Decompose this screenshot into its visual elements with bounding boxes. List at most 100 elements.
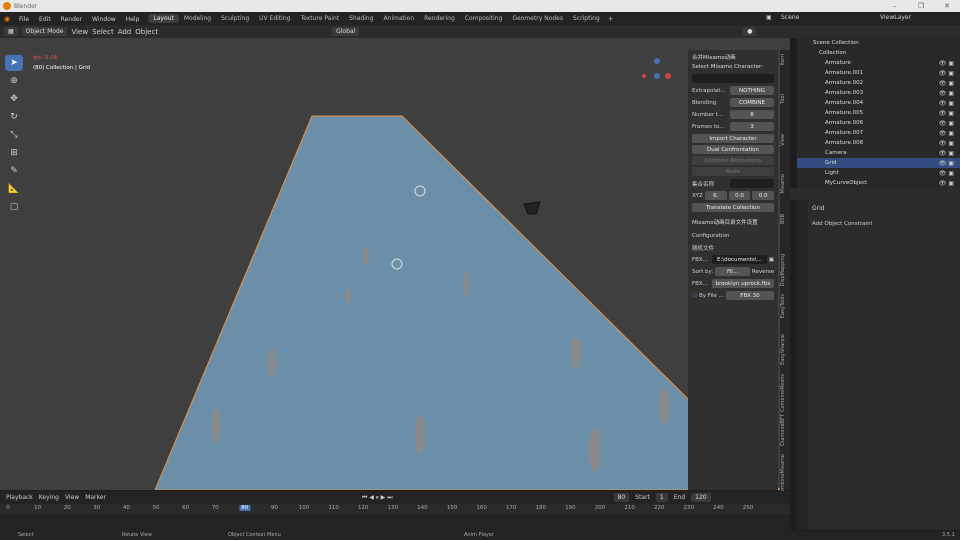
add-cube-icon[interactable]: ▢ bbox=[5, 199, 23, 215]
outliner-item[interactable]: Grid 👁▣ bbox=[797, 158, 960, 168]
minimize-icon[interactable]: – bbox=[882, 2, 908, 10]
fbx-count-field[interactable]: FBX 30 bbox=[725, 291, 774, 300]
keying-menu[interactable]: Keying bbox=[39, 494, 59, 501]
scene-collection-row[interactable]: Scene Collection bbox=[797, 38, 960, 48]
visibility-icon[interactable]: 👁▣ bbox=[939, 120, 956, 127]
outliner-item[interactable]: Armature.006 👁▣ bbox=[797, 118, 960, 128]
outliner-item[interactable]: Armature.002 👁▣ bbox=[797, 78, 960, 88]
import-character-button[interactable]: Import Character bbox=[692, 134, 774, 143]
frame-ruler[interactable]: 0 10 20 30 40 50 60 70 80 90 100 110 120 130 140 150 160… bbox=[0, 504, 790, 514]
visibility-icon[interactable]: 👁▣ bbox=[939, 110, 956, 117]
sidebar-tab-dispmapping[interactable]: DispMapping bbox=[780, 254, 790, 286]
outliner-item[interactable]: Armature.001 👁▣ bbox=[797, 68, 960, 78]
tab-rendering[interactable]: Rendering bbox=[419, 14, 460, 23]
frames-field[interactable]: 3 bbox=[730, 122, 774, 131]
outliner-item[interactable]: Armature.003 👁▣ bbox=[797, 88, 960, 98]
outliner-item[interactable]: Camera 👁▣ bbox=[797, 148, 960, 158]
character-picker[interactable] bbox=[692, 74, 774, 83]
editor-type-button[interactable]: ▦ bbox=[4, 27, 18, 36]
tab-texture-paint[interactable]: Texture Paint bbox=[295, 14, 344, 23]
add-menu[interactable]: Add bbox=[118, 28, 132, 36]
reverse-checkbox[interactable]: Reverse bbox=[752, 269, 774, 275]
collection-row[interactable]: Collection bbox=[797, 48, 960, 58]
tab-sculpting[interactable]: Sculpting bbox=[216, 14, 254, 23]
sidebar-tab-bsb[interactable]: BSB bbox=[780, 214, 790, 224]
y-field[interactable]: 0.0 bbox=[728, 191, 751, 200]
outliner-item[interactable]: Armature 👁▣ bbox=[797, 58, 960, 68]
collection-name-field[interactable] bbox=[730, 179, 774, 188]
menu-render[interactable]: Render bbox=[56, 16, 87, 23]
random-file-checkbox[interactable]: 随机文件 bbox=[692, 244, 714, 252]
playback-menu[interactable]: Playback bbox=[6, 494, 33, 501]
rotate-icon[interactable]: ↻ bbox=[5, 109, 23, 125]
visibility-icon[interactable]: 👁▣ bbox=[939, 150, 956, 157]
folder-icon[interactable]: ▣ bbox=[769, 257, 774, 263]
3d-viewport[interactable]: fps: 5.04 (80) Collection | Grid bbox=[0, 38, 790, 490]
outliner-item[interactable]: Armature.008 👁▣ bbox=[797, 138, 960, 148]
sidebar-tab-easytools[interactable]: EasyTools bbox=[780, 294, 790, 318]
visibility-icon[interactable]: 👁▣ bbox=[939, 100, 956, 107]
visibility-icon[interactable]: 👁▣ bbox=[939, 180, 956, 187]
maximize-icon[interactable]: ❐ bbox=[908, 2, 934, 10]
dual-confrontation-button[interactable]: Dual Confrontation bbox=[692, 145, 774, 154]
add-workspace-icon[interactable]: + bbox=[608, 15, 614, 23]
mode-select[interactable]: Object Mode bbox=[21, 27, 68, 36]
tab-shading[interactable]: Shading bbox=[344, 14, 378, 23]
outliner-item[interactable]: Armature.005 👁▣ bbox=[797, 108, 960, 118]
transform-icon[interactable]: ⊞ bbox=[5, 145, 23, 161]
sidebar-tab-tool[interactable]: Tool bbox=[780, 94, 790, 104]
sidebar-tab-view[interactable]: View bbox=[780, 134, 790, 146]
outliner-item[interactable]: Armature.004 👁▣ bbox=[797, 98, 960, 108]
tab-animation[interactable]: Animation bbox=[379, 14, 420, 23]
visibility-icon[interactable]: 👁▣ bbox=[939, 90, 956, 97]
tab-modeling[interactable]: Modeling bbox=[179, 14, 216, 23]
sidebar-tab-mixamo[interactable]: Mixamo bbox=[780, 174, 790, 194]
start-field[interactable]: 1 bbox=[655, 493, 668, 502]
tab-compositing[interactable]: Compositing bbox=[460, 14, 508, 23]
visibility-icon[interactable]: 👁▣ bbox=[939, 170, 956, 177]
timeline-view-menu[interactable]: View bbox=[65, 494, 79, 501]
tab-uv-editing[interactable]: UV Editing bbox=[254, 14, 295, 23]
tab-geometry-nodes[interactable]: Geometry Nodes bbox=[507, 14, 568, 23]
sidebar-tab-diamondbft[interactable]: DiamondBFT bbox=[780, 414, 790, 446]
visibility-icon[interactable]: 👁▣ bbox=[939, 80, 956, 87]
visibility-icon[interactable]: 👁▣ bbox=[939, 70, 956, 77]
tab-layout[interactable]: Layout bbox=[148, 14, 179, 23]
end-field[interactable]: 120 bbox=[691, 493, 711, 502]
orientation-select[interactable]: Global bbox=[332, 27, 360, 36]
sidebar-tab-combinemeshs[interactable]: CombineMeshs bbox=[780, 374, 790, 412]
select-box-icon[interactable]: ➤ bbox=[5, 55, 23, 71]
sort-select[interactable]: Fil... bbox=[715, 267, 750, 276]
blender-menu-icon[interactable]: ◉ bbox=[0, 15, 14, 23]
outliner-item[interactable]: Armature.007 👁▣ bbox=[797, 128, 960, 138]
configuration-label[interactable]: Configuration bbox=[692, 233, 729, 239]
extrapolation-select[interactable]: NOTHING bbox=[730, 86, 774, 95]
menu-window[interactable]: Window bbox=[87, 16, 121, 23]
move-icon[interactable]: ✥ bbox=[5, 91, 23, 107]
object-menu[interactable]: Object bbox=[135, 28, 158, 36]
menu-file[interactable]: File bbox=[14, 16, 34, 23]
bake-button[interactable]: Bake bbox=[692, 167, 774, 176]
visibility-icon[interactable]: 👁▣ bbox=[939, 130, 956, 137]
tab-scripting[interactable]: Scripting bbox=[568, 14, 605, 23]
sidebar-tab-combinemixamo[interactable]: CombineMixamo bbox=[780, 454, 790, 496]
z-field[interactable]: 0.0 bbox=[752, 191, 775, 200]
number-field[interactable]: 8 bbox=[730, 110, 774, 119]
translate-collection-button[interactable]: Translate Collection bbox=[692, 203, 774, 212]
blending-select[interactable]: COMBINE bbox=[730, 98, 774, 107]
visibility-icon[interactable]: 👁▣ bbox=[939, 140, 956, 147]
x-field[interactable]: 6. bbox=[704, 191, 727, 200]
add-object-constraint[interactable]: Add Object Constraint bbox=[812, 221, 956, 227]
menu-edit[interactable]: Edit bbox=[34, 16, 56, 23]
visibility-icon[interactable]: 👁▣ bbox=[939, 160, 956, 167]
combine-animations-button[interactable]: Combine Animations bbox=[692, 156, 774, 165]
scene-icon[interactable]: ▣ bbox=[766, 14, 772, 21]
visibility-icon[interactable]: 👁▣ bbox=[939, 60, 956, 67]
marker-menu[interactable]: Marker bbox=[85, 494, 106, 501]
scene-name[interactable]: Scene bbox=[781, 14, 799, 21]
outliner-item[interactable]: Light 👁▣ bbox=[797, 168, 960, 178]
current-frame-field[interactable]: 80 bbox=[613, 493, 630, 502]
sidebar-tab-easysharpie[interactable]: EasySharpie bbox=[780, 334, 790, 365]
mixamo-dir-section-header[interactable]: Mixamo动画目录文件设置 bbox=[692, 218, 774, 226]
scale-icon[interactable]: ⤡ bbox=[5, 127, 23, 143]
